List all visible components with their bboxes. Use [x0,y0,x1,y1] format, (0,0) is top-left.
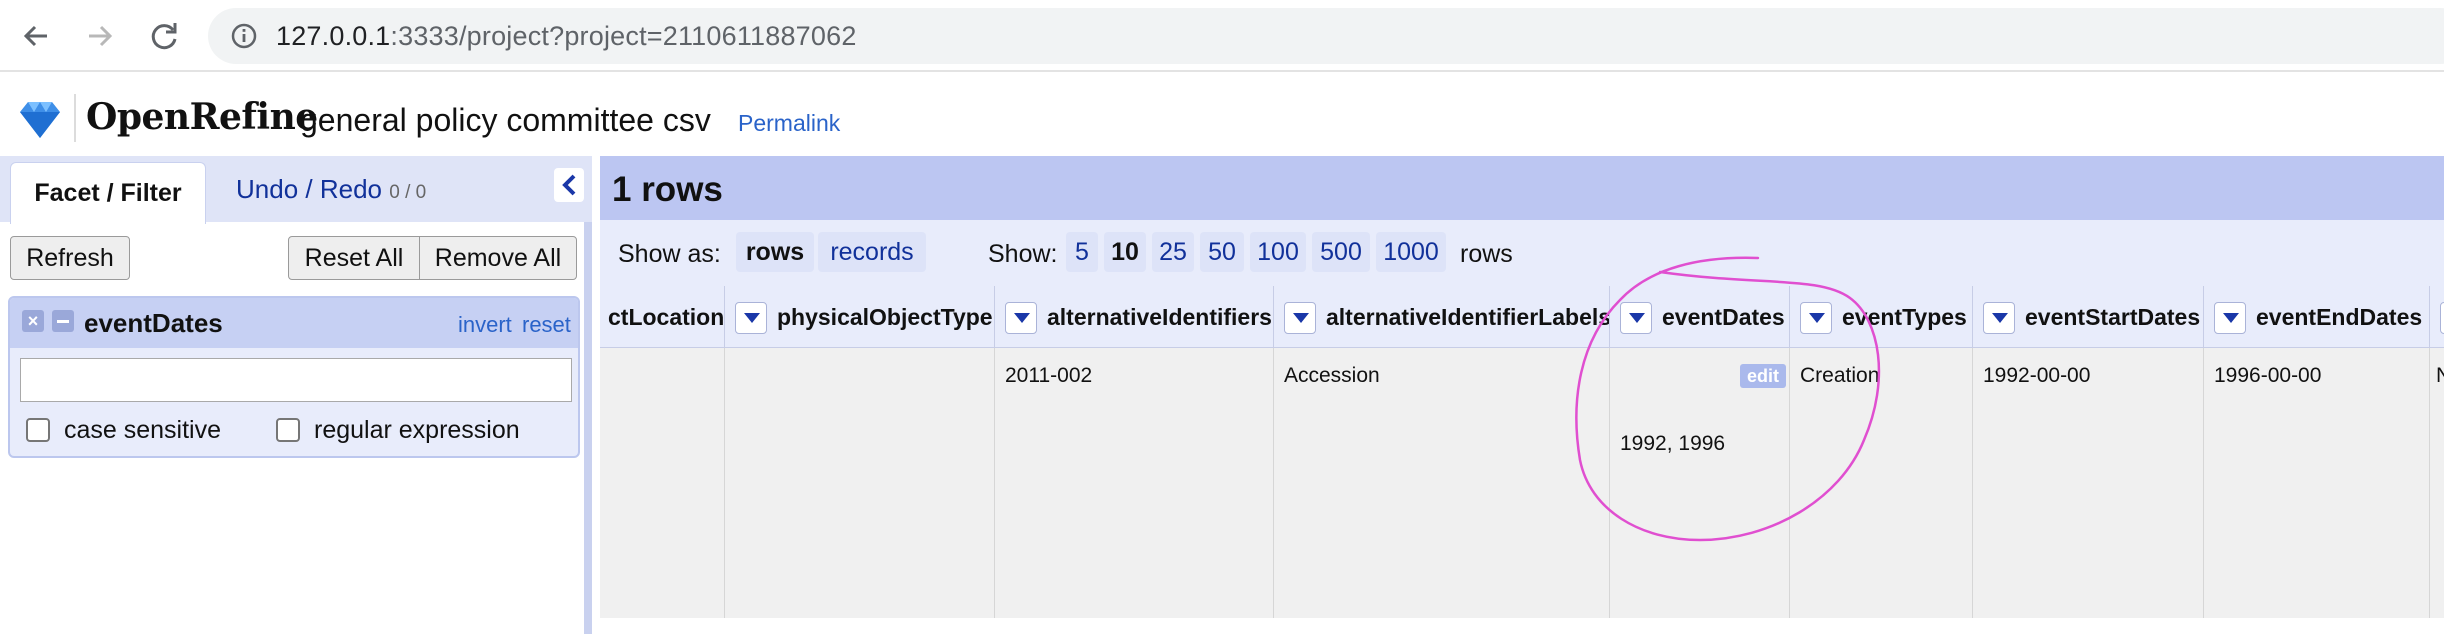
cell-alternativeidentifiers[interactable]: 2011-002 [995,348,1274,618]
column-menu-button[interactable] [1620,302,1652,334]
tab-facet-filter[interactable]: Facet / Filter [10,162,206,224]
column-menu-button[interactable] [1284,302,1316,334]
column-menu-button[interactable] [2214,302,2246,334]
show-as-records[interactable]: records [818,232,926,272]
facet-header: × eventDates invert reset [10,298,578,348]
column-header-eventenddates[interactable]: eventEndDates [2204,286,2430,348]
cell-eventenddates[interactable]: 1996-00-00 [2204,348,2430,618]
column-header-alternativeidentifiers[interactable]: alternativeIdentifiers [995,286,1274,348]
page-size-10[interactable]: 10 [1104,232,1146,272]
app-header: OpenRefine general policy committee csv … [0,74,2444,156]
page-size-25[interactable]: 25 [1152,232,1194,272]
info-icon[interactable] [230,22,258,50]
collapse-panel-button[interactable] [554,168,584,202]
regular-expression-label: regular expression [314,416,520,444]
page-size-5[interactable]: 5 [1066,232,1098,272]
refresh-button[interactable]: Refresh [10,236,130,280]
app-logo-text[interactable]: OpenRefine [86,96,318,138]
left-panel: Facet / Filter Undo / Redo 0 / 0 Refresh… [0,156,592,634]
case-sensitive-checkbox[interactable] [26,418,50,442]
cell-ctlocation[interactable] [600,348,725,618]
cell-eventtypes[interactable]: Creation [1790,348,1973,618]
cell-alternativeidentifierlabels[interactable]: Accession [1274,348,1610,618]
page-size-1000[interactable]: 1000 [1376,232,1446,272]
project-name[interactable]: general policy committee csv [300,102,711,139]
minimize-icon[interactable] [52,310,74,332]
reset-all-button[interactable]: Reset All [288,236,420,280]
cell-eventdates[interactable]: edit 1992, 1996 [1610,348,1790,618]
reload-icon [151,23,177,50]
url-text: 127.0.0.1:3333/project?project=211061188… [276,21,857,51]
column-menu-button[interactable] [1005,302,1037,334]
left-panel-tabs: Facet / Filter Undo / Redo 0 / 0 [0,156,592,224]
cell-physicalobjecttype[interactable] [725,348,995,618]
column-header-ctlocation[interactable]: ctLocation [600,286,725,348]
cell-eventdates-value: 1992, 1996 [1620,432,1726,455]
column-header-alternativeidentifierlabels[interactable]: alternativeIdentifierLabels [1274,286,1610,348]
rows-suffix-label: rows [1460,240,1513,268]
back-button[interactable] [14,14,58,58]
case-sensitive-label: case sensitive [64,416,222,444]
page-size-50[interactable]: 50 [1200,232,1244,272]
facet-invert-link[interactable]: invert [458,312,512,338]
column-menu-button[interactable] [1800,302,1832,334]
facet-eventdates: × eventDates invert reset case sensitive… [8,296,580,458]
table-header-row: ctLocation physicalObjectType alternativ… [600,286,2444,348]
facet-search-input[interactable] [20,358,572,402]
reload-button[interactable] [142,14,186,58]
column-header-physicalobjecttype[interactable]: physicalObjectType [725,286,995,348]
column-menu-button[interactable] [1983,302,2015,334]
arrow-left-icon [23,25,47,47]
arrow-right-icon [89,25,113,47]
cell-next-partial[interactable]: N [2430,348,2444,618]
rows-header: 1 rows [600,156,2444,220]
row-count-title: 1 rows [612,170,723,209]
show-as-rows[interactable]: rows [736,232,814,272]
page-size-100[interactable]: 100 [1250,232,1306,272]
column-header-eventtypes[interactable]: eventTypes [1790,286,1973,348]
forward-button[interactable] [78,14,122,58]
remove-all-button[interactable]: Remove All [419,236,577,280]
tab-undo-redo[interactable]: Undo / Redo 0 / 0 [236,174,426,205]
column-menu-button[interactable] [735,302,767,334]
page-size-500[interactable]: 500 [1312,232,1370,272]
diamond-logo-icon[interactable] [16,100,64,140]
view-options-bar: Show as: rows records Show: 5 10 25 50 1… [600,220,2444,286]
show-as-label: Show as: [618,240,721,268]
chevron-left-icon [562,174,576,196]
column-header-eventstartdates[interactable]: eventStartDates [1973,286,2204,348]
browser-toolbar: 127.0.0.1:3333/project?project=211061188… [0,0,2444,72]
undo-count: 0 / 0 [389,182,427,203]
logo-divider [74,94,76,142]
facet-title: eventDates [84,308,223,338]
facet-reset-link[interactable]: reset [522,312,571,338]
close-icon[interactable]: × [22,310,44,332]
permalink-link[interactable]: Permalink [738,110,840,137]
column-menu-button[interactable] [2440,302,2444,334]
show-label: Show: [988,240,1058,268]
regular-expression-checkbox[interactable] [276,418,300,442]
table-row: 2011-002 Accession edit 1992, 1996 Creat… [600,348,2444,618]
address-bar[interactable]: 127.0.0.1:3333/project?project=211061188… [208,8,2444,64]
data-grid-panel: 1 rows Show as: rows records Show: 5 10 … [600,156,2444,634]
cell-eventstartdates[interactable]: 1992-00-00 [1973,348,2204,618]
cell-edit-button[interactable]: edit [1740,364,1786,388]
column-header-next[interactable] [2430,286,2444,348]
column-header-eventdates[interactable]: eventDates [1610,286,1790,348]
